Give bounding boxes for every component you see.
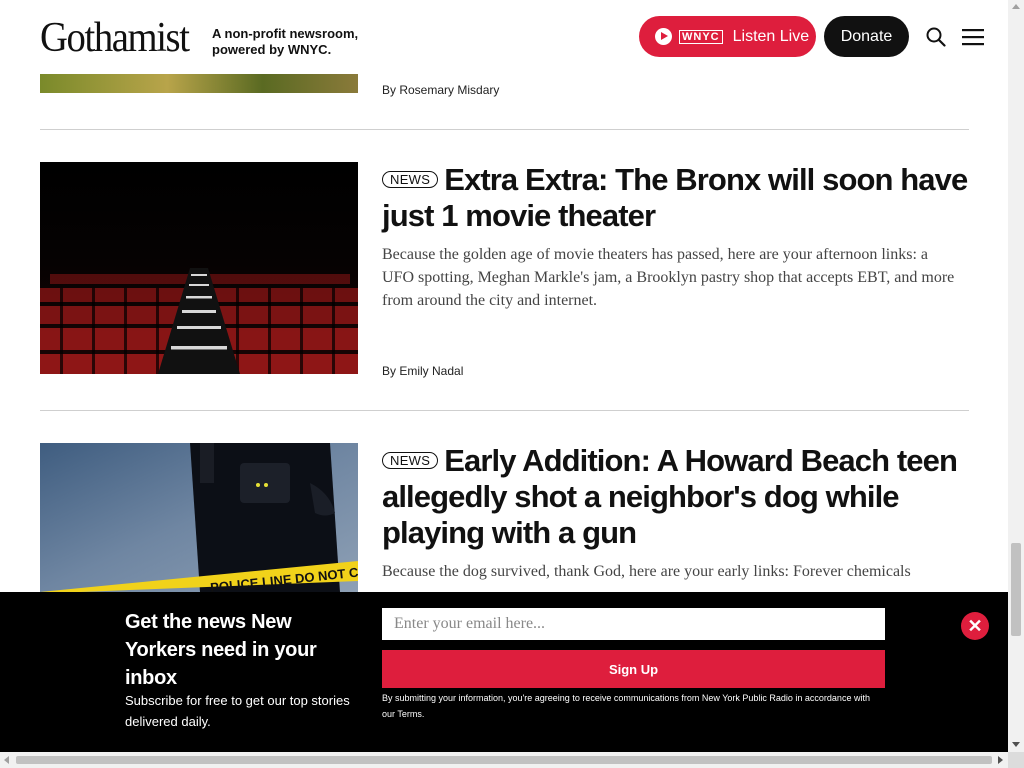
sign-up-button[interactable]: Sign Up <box>382 650 885 688</box>
news-tag[interactable]: NEWS <box>382 452 439 469</box>
newsletter-title: Get the news New Yorkers need in your in… <box>125 611 317 689</box>
scroll-left-arrow-icon[interactable] <box>4 756 9 764</box>
scroll-up-arrow-icon[interactable] <box>1012 4 1020 9</box>
article-thumbnail-theater[interactable] <box>40 162 358 374</box>
scroll-right-arrow-icon[interactable] <box>998 756 1003 764</box>
article-thumbnail-police[interactable]: POLICE LINE DO NOT CROSS <box>40 443 358 592</box>
newsletter-signup-banner: Get the news New Yorkers need in your in… <box>0 592 1008 752</box>
site-tagline: A non-profit newsroom, powered by WNYC. <box>212 26 359 57</box>
search-icon[interactable] <box>926 27 946 47</box>
headline-text: Early Addition: A Howard Beach teen alle… <box>382 443 958 550</box>
police-tape-image: POLICE LINE DO NOT CROSS <box>40 443 358 592</box>
article-headline[interactable]: NEWS Early Addition: A Howard Beach teen … <box>382 443 974 551</box>
divider <box>40 129 969 130</box>
site-header: Gothamist A non-profit newsroom, powered… <box>0 0 1008 74</box>
listen-live-button[interactable]: WNYC Listen Live <box>639 16 816 57</box>
play-icon <box>655 28 672 45</box>
listen-live-label: Listen Live <box>732 27 810 45</box>
vertical-scrollbar[interactable] <box>1008 0 1024 752</box>
close-icon[interactable]: ✕ <box>961 612 989 640</box>
article-summary: Because the golden age of movie theaters… <box>382 246 955 309</box>
headline-text: Extra Extra: The Bronx will soon have ju… <box>382 162 968 233</box>
hamburger-menu-icon[interactable] <box>962 28 984 46</box>
news-tag[interactable]: NEWS <box>382 171 439 188</box>
horizontal-scrollbar[interactable] <box>0 752 1008 768</box>
gothamist-logo[interactable]: Gothamist <box>40 14 190 62</box>
newsletter-terms: By submitting your information, you're a… <box>382 693 870 719</box>
wnyc-logo: WNYC <box>679 29 723 44</box>
vertical-scrollbar-thumb[interactable] <box>1011 543 1021 636</box>
newsletter-subtitle: Subscribe for free to get our top storie… <box>125 693 350 729</box>
article-summary: Because the dog survived, thank God, her… <box>382 563 911 580</box>
horizontal-scrollbar-thumb[interactable] <box>16 756 992 764</box>
movie-theater-seats-image <box>40 162 358 374</box>
article-headline[interactable]: NEWS Extra Extra: The Bronx will soon hav… <box>382 162 974 234</box>
email-input[interactable] <box>382 608 885 640</box>
donate-button[interactable]: Donate <box>824 16 909 57</box>
divider <box>40 410 969 411</box>
article-byline[interactable]: By Rosemary Misdary <box>382 83 499 97</box>
article-byline[interactable]: By Emily Nadal <box>382 364 463 378</box>
scroll-down-arrow-icon[interactable] <box>1012 742 1020 747</box>
scrollbar-corner <box>1008 752 1024 768</box>
article-thumbnail[interactable] <box>40 74 358 93</box>
